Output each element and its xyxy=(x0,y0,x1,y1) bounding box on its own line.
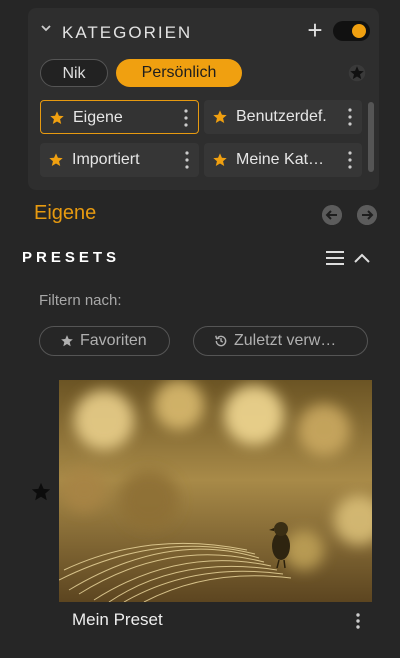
tab-persoenlich[interactable]: Persönlich xyxy=(116,59,242,87)
more-vertical-icon[interactable] xyxy=(348,150,352,170)
category-label: Benutzerdef. xyxy=(236,108,327,125)
toggle-knob xyxy=(352,24,366,38)
more-vertical-icon[interactable] xyxy=(348,107,352,127)
categories-scrollbar[interactable] xyxy=(368,102,374,172)
current-category-title: Eigene xyxy=(34,202,97,224)
filter-favorites-button[interactable]: Favoriten xyxy=(39,326,170,356)
category-label: Eigene xyxy=(73,109,123,126)
favorite-filter-star-icon[interactable] xyxy=(348,64,366,82)
more-vertical-icon[interactable] xyxy=(355,612,361,630)
filter-favorites-label: Favoriten xyxy=(80,332,147,349)
next-category-icon[interactable] xyxy=(357,205,377,225)
more-vertical-icon[interactable] xyxy=(185,150,189,170)
list-view-icon[interactable] xyxy=(326,250,344,266)
category-label: Meine Kat… xyxy=(236,151,325,168)
preset-name: Mein Preset xyxy=(72,610,163,629)
star-icon xyxy=(49,153,63,166)
category-item-meine-kat[interactable]: Meine Kat… xyxy=(204,143,362,177)
more-vertical-icon[interactable] xyxy=(184,108,188,128)
category-item-benutzerdef[interactable]: Benutzerdef. xyxy=(204,100,362,134)
star-icon xyxy=(50,111,64,124)
history-icon xyxy=(215,335,227,347)
previous-category-icon[interactable] xyxy=(322,205,342,225)
star-icon xyxy=(213,110,227,123)
favorite-star-icon[interactable] xyxy=(30,481,52,503)
categories-panel: KATEGORIEN + Nik Persönlich Eigene Benut… xyxy=(28,8,379,190)
category-item-importiert[interactable]: Importiert xyxy=(40,143,199,177)
tab-nik[interactable]: Nik xyxy=(40,59,108,87)
star-icon xyxy=(213,153,227,166)
categories-title: KATEGORIEN xyxy=(62,23,193,42)
chevron-down-icon[interactable] xyxy=(40,22,52,34)
categories-toggle[interactable] xyxy=(333,21,370,41)
filter-recent-button[interactable]: Zuletzt verw… xyxy=(193,326,368,356)
add-category-button[interactable]: + xyxy=(304,17,326,43)
preset-thumbnail[interactable] xyxy=(59,380,372,602)
star-icon xyxy=(61,335,73,347)
presets-title: PRESETS xyxy=(22,249,121,266)
chevron-up-icon[interactable] xyxy=(353,251,371,265)
category-label: Importiert xyxy=(72,151,140,168)
category-item-eigene[interactable]: Eigene xyxy=(40,100,199,134)
filter-label: Filtern nach: xyxy=(39,292,122,309)
filter-recent-label: Zuletzt verw… xyxy=(234,332,337,349)
